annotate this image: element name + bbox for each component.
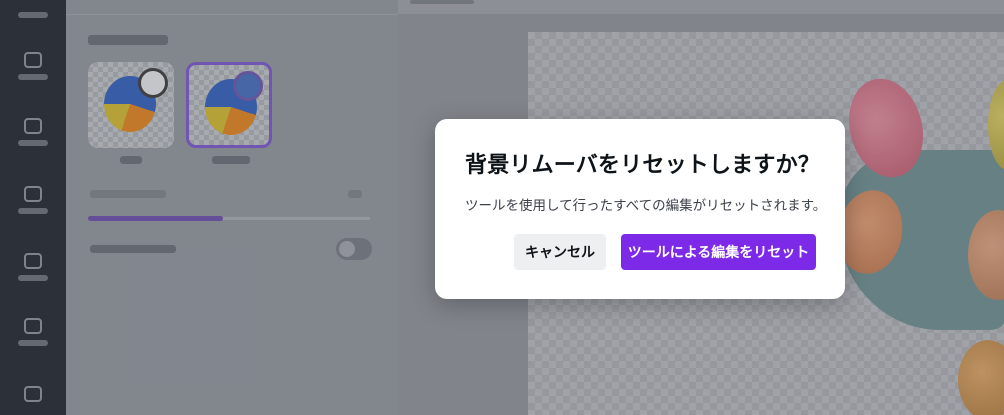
reset-confirm-dialog: 背景リムーバをリセットしますか？ ツールを使用して行ったすべての編集がリセットさ… <box>435 119 845 299</box>
dialog-message: ツールを使用して行ったすべての編集がリセットされます。 <box>465 198 827 214</box>
dialog-title: 背景リムーバをリセットしますか？ <box>465 153 820 178</box>
cancel-button[interactable]: キャンセル <box>514 234 606 270</box>
reset-edits-button[interactable]: ツールによる編集をリセット <box>621 234 816 270</box>
